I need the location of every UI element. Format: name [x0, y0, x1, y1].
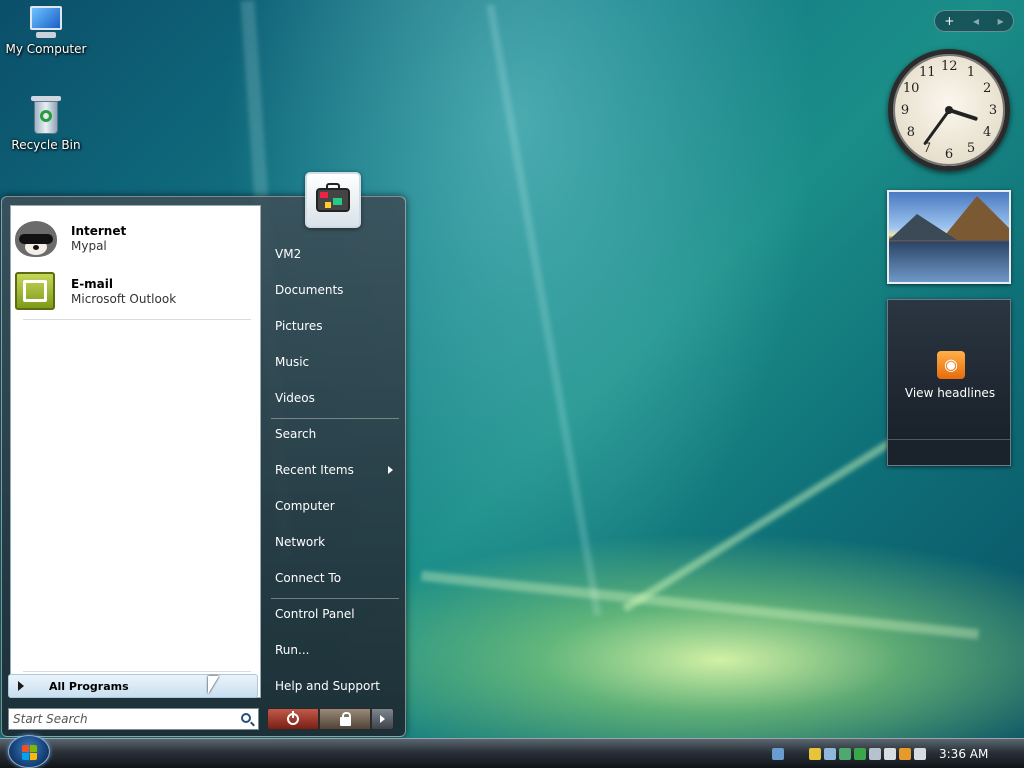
clock-number: 6	[944, 147, 954, 162]
display-icon[interactable]	[839, 748, 851, 760]
start-item-label: Recent Items	[275, 463, 354, 477]
raccoon-icon	[15, 221, 57, 257]
desktop-icon-label: My Computer	[5, 42, 87, 56]
network-icon[interactable]	[824, 748, 836, 760]
feed-headlines-gadget[interactable]: ◉ View headlines	[887, 299, 1011, 466]
clock-number: 11	[919, 64, 936, 80]
pinned-item-subtitle: Mypal	[71, 238, 107, 253]
start-item-computer[interactable]: Computer	[275, 494, 399, 518]
clock-number: 9	[900, 103, 910, 118]
volume-icon[interactable]	[869, 748, 881, 760]
user-picture[interactable]	[305, 172, 361, 228]
wallpaper-streak	[421, 570, 979, 640]
start-item-vm2[interactable]: VM2	[275, 242, 399, 266]
start-item-search[interactable]: Search	[275, 422, 399, 446]
clock-number: 12	[941, 59, 958, 74]
clock-number: 7	[922, 141, 932, 157]
start-item-help-and-support[interactable]: Help and Support	[275, 674, 399, 698]
add-gadget-button[interactable]: +	[944, 14, 954, 28]
all-programs-button[interactable]: All Programs	[8, 674, 258, 698]
lock-icon	[340, 712, 351, 726]
start-item-videos[interactable]: Videos	[275, 386, 399, 410]
start-button[interactable]	[8, 735, 50, 768]
pinned-separator	[23, 319, 251, 320]
shutdown-options-button[interactable]	[371, 708, 394, 730]
previous-page-button[interactable]: ◂	[973, 14, 979, 28]
power-button[interactable]	[267, 708, 319, 730]
check-icon[interactable]	[854, 748, 866, 760]
windows-logo-icon	[22, 753, 29, 760]
arrow-right-icon	[18, 681, 24, 691]
language-icon[interactable]	[914, 748, 926, 760]
windows-logo-icon	[30, 745, 37, 752]
pinned-item-subtitle: Microsoft Outlook	[71, 291, 177, 306]
mountain-image	[889, 214, 957, 240]
feed-gadget-footer	[888, 439, 1010, 465]
pinned-item-title: Internet	[71, 223, 127, 238]
programs-separator	[23, 671, 251, 672]
desktop-icon-recycle-bin[interactable]: Recycle Bin	[1, 96, 91, 152]
pinned-item-email[interactable]: E-mail Microsoft Outlook	[15, 267, 255, 315]
clock-number: 2	[982, 81, 992, 96]
windows-logo-icon	[22, 745, 29, 752]
power-icon	[287, 711, 299, 725]
lock-button[interactable]	[319, 708, 371, 730]
clock-number: 5	[966, 141, 976, 157]
recycle-bin-icon	[31, 96, 61, 136]
pinned-item-internet[interactable]: Internet Mypal	[15, 214, 255, 262]
search-icon[interactable]	[241, 713, 251, 723]
start-item-control-panel[interactable]: Control Panel	[275, 602, 399, 626]
wallpaper-streak	[486, 4, 602, 616]
desktop-icon-label: Recycle Bin	[11, 138, 81, 152]
view-headlines-link[interactable]: View headlines	[888, 386, 1012, 400]
clock-number: 10	[902, 81, 920, 96]
clock-number: 1	[966, 64, 976, 80]
start-search-input[interactable]: Start Search	[8, 708, 259, 730]
submenu-arrow-icon	[388, 466, 393, 474]
clock-minute-hand	[923, 109, 951, 146]
start-item-music[interactable]: Music	[275, 350, 399, 374]
clock-number: 8	[906, 125, 916, 140]
search-icon[interactable]	[899, 748, 911, 760]
security-shield-icon[interactable]	[809, 748, 821, 760]
start-item-recent-items[interactable]: Recent Items	[275, 458, 399, 482]
start-menu-left-pane: Internet Mypal E-mail Microsoft Outlook	[10, 205, 261, 698]
desktop-icon-my-computer[interactable]: My Computer	[1, 6, 91, 56]
arrow-right-icon	[380, 715, 385, 723]
slideshow-gadget[interactable]	[887, 190, 1011, 284]
start-item-pictures[interactable]: Pictures	[275, 314, 399, 338]
start-search-placeholder: Start Search	[13, 712, 88, 726]
rss-icon: ◉	[937, 351, 965, 379]
taskbar-clock[interactable]: 3:36 AM	[939, 747, 988, 761]
all-programs-label: All Programs	[49, 679, 129, 693]
next-page-button[interactable]: ▸	[998, 14, 1004, 28]
pinned-item-title: E-mail	[71, 276, 114, 291]
start-menu: Internet Mypal E-mail Microsoft Outlook …	[1, 196, 406, 737]
start-item-documents[interactable]: Documents	[275, 278, 399, 302]
clock-number: 3	[988, 103, 998, 118]
right-pane-separator	[271, 418, 399, 419]
start-item-connect-to[interactable]: Connect To	[275, 566, 399, 590]
sidebar-controls: + ◂ ▸	[934, 10, 1014, 32]
power-buttons	[267, 708, 394, 730]
computer-icon	[26, 6, 66, 40]
device-icon[interactable]	[884, 748, 896, 760]
clock-number: 4	[982, 125, 992, 140]
keyboard-icon[interactable]	[772, 748, 784, 760]
right-pane-separator	[271, 598, 399, 599]
system-tray: 3:36 AM	[772, 742, 1020, 766]
clock-gadget[interactable]: 12 1 2 3 4 5 6 7 8 9 10 11	[888, 49, 1010, 171]
mouse-cursor	[208, 676, 219, 694]
start-item-network[interactable]: Network	[275, 530, 399, 554]
clock-center-pin	[945, 106, 953, 114]
windows-logo-icon	[30, 753, 37, 760]
outlook-icon	[15, 272, 55, 310]
start-item-run[interactable]: Run...	[275, 638, 399, 662]
wallpaper-streak	[622, 435, 898, 613]
